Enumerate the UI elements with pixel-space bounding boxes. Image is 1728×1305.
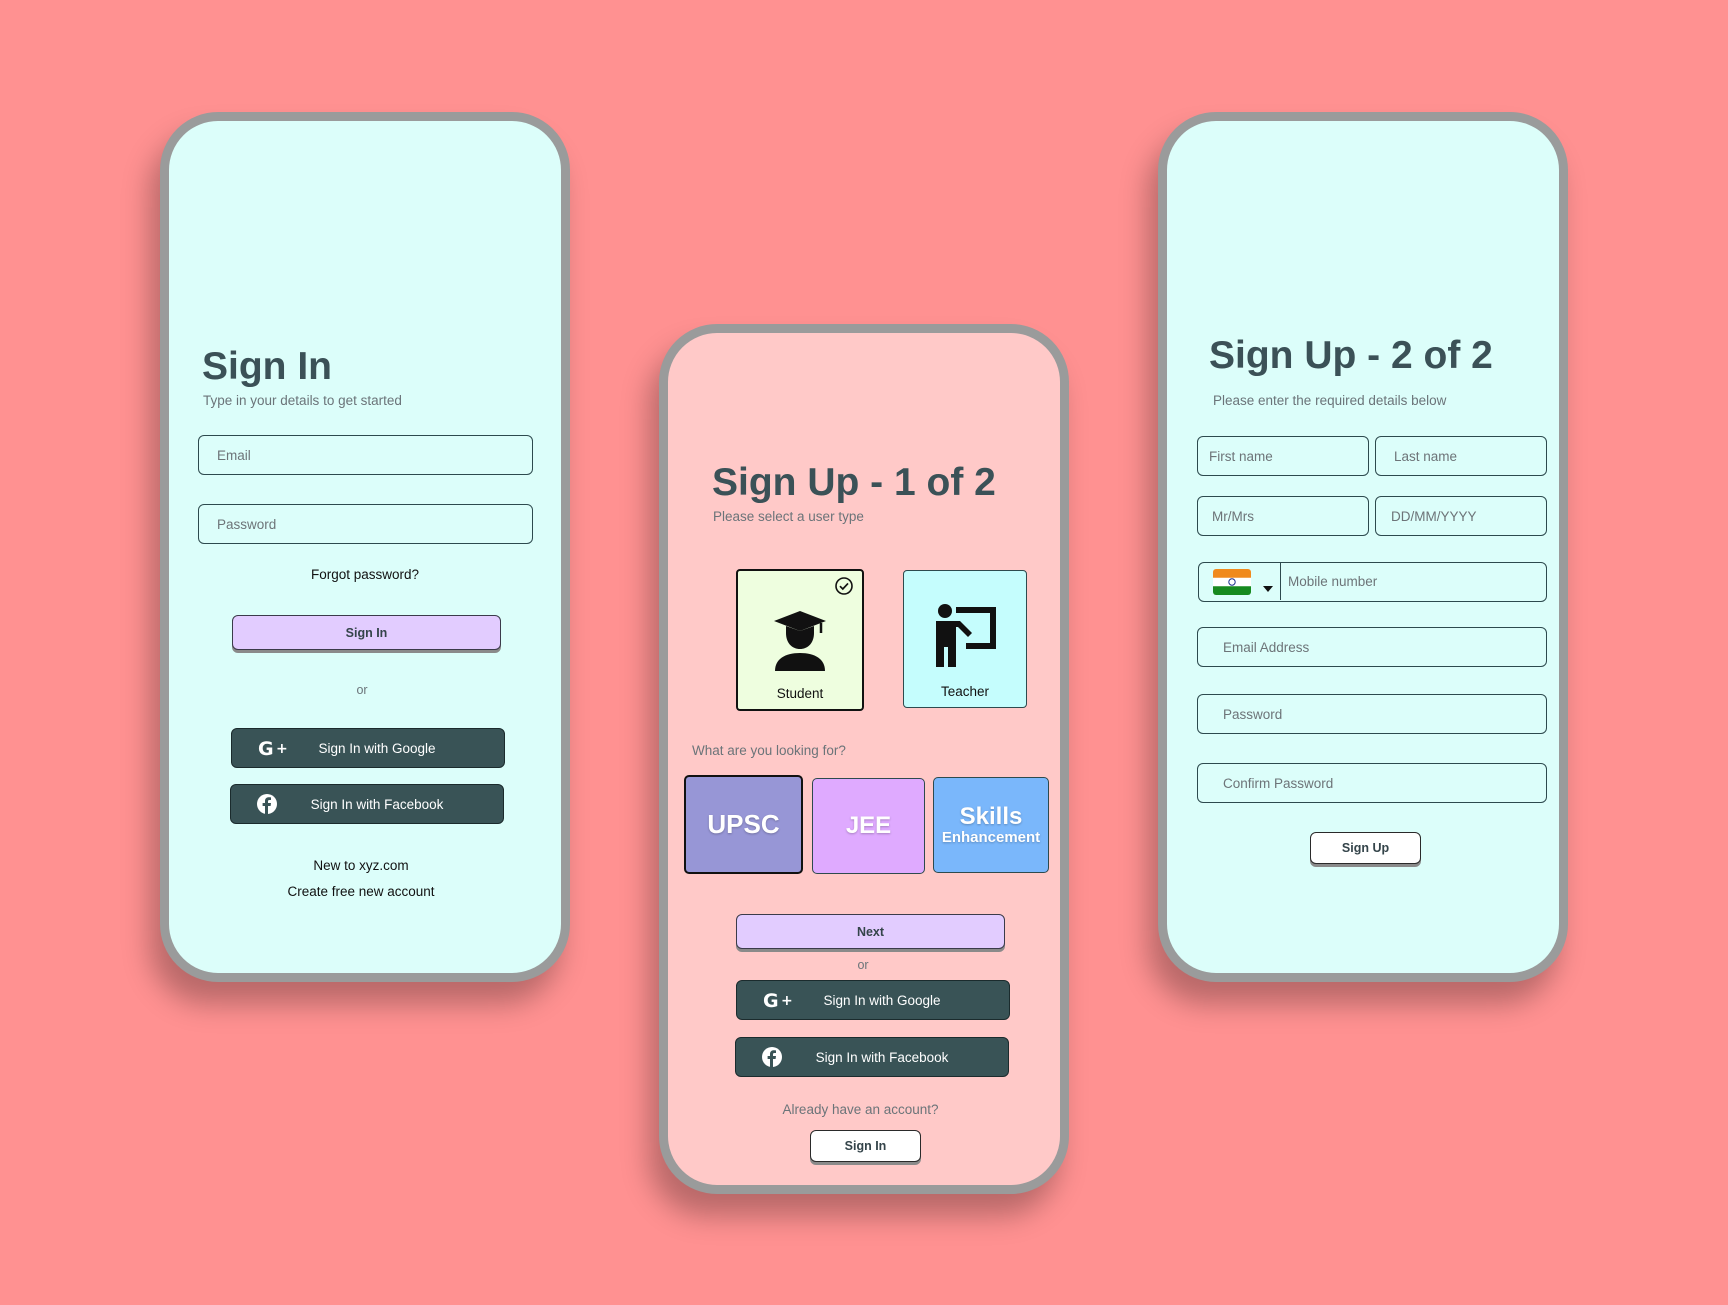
teacher-label: Teacher xyxy=(940,684,990,699)
last-name-field[interactable] xyxy=(1375,436,1547,476)
check-circle-icon xyxy=(834,576,854,601)
google-plus-icon: G + xyxy=(258,738,292,758)
mobile-number-field[interactable] xyxy=(1280,563,1545,600)
email-address-field[interactable] xyxy=(1197,627,1547,667)
facebook-icon xyxy=(762,1047,782,1067)
new-user-text: New to xyz.com xyxy=(313,858,409,873)
or-divider: or xyxy=(857,958,869,972)
signin-title: Sign In xyxy=(202,345,332,388)
user-type-teacher[interactable]: Teacher xyxy=(903,570,1027,708)
looking-for-question: What are you looking for? xyxy=(692,743,846,758)
email-field[interactable] xyxy=(198,435,533,475)
create-account-link[interactable]: Create free new account xyxy=(169,884,553,899)
svg-text:G: G xyxy=(258,738,274,758)
confirm-password-field[interactable] xyxy=(1197,763,1547,803)
graduate-icon xyxy=(771,609,829,676)
jee-label: JEE xyxy=(845,812,892,839)
teacher-board-icon xyxy=(932,603,998,674)
signup-button[interactable]: Sign Up xyxy=(1310,832,1421,864)
mobile-number-group xyxy=(1198,562,1547,602)
title-field[interactable] xyxy=(1197,496,1369,536)
password-field[interactable] xyxy=(198,504,533,544)
already-account-text: Already have an account? xyxy=(782,1102,939,1117)
google-signin-label: Sign In with Google xyxy=(823,992,941,1008)
signup1-phone: Sign Up - 1 of 2 Please select a user ty… xyxy=(659,324,1069,1194)
signup1-title: Sign Up - 1 of 2 xyxy=(712,461,996,504)
enhancement-label: Enhancement xyxy=(941,828,1041,846)
user-type-student[interactable]: Student xyxy=(736,569,864,711)
signin-button-label: Sign In xyxy=(844,1139,887,1153)
signup-button-label: Sign Up xyxy=(1341,841,1390,855)
google-signin-label: Sign In with Google xyxy=(318,740,436,756)
country-code-selector[interactable] xyxy=(1199,563,1281,600)
facebook-icon xyxy=(257,794,277,814)
chevron-down-icon xyxy=(1263,579,1273,597)
skills-label: Skills xyxy=(959,802,1023,830)
goal-upsc[interactable]: UPSC xyxy=(684,775,803,874)
signin-button-label: Sign In xyxy=(345,625,388,640)
facebook-signin-button[interactable]: Sign In with Facebook xyxy=(230,784,504,824)
facebook-signin-button[interactable]: Sign In with Facebook xyxy=(735,1037,1009,1077)
goal-skills-enhancement[interactable]: Skills Enhancement xyxy=(933,777,1049,873)
google-plus-icon: G + xyxy=(763,990,797,1010)
signin-button[interactable]: Sign In xyxy=(810,1130,921,1162)
signup2-subtitle: Please enter the required details below xyxy=(1213,393,1447,408)
signin-button[interactable]: Sign In xyxy=(232,615,501,650)
or-divider: or xyxy=(356,683,368,697)
svg-text:+: + xyxy=(276,741,288,757)
forgot-password-link[interactable]: Forgot password? xyxy=(169,567,561,582)
goal-jee[interactable]: JEE xyxy=(812,778,925,874)
next-button[interactable]: Next xyxy=(736,914,1005,949)
student-label: Student xyxy=(776,686,824,701)
signup1-subtitle: Please select a user type xyxy=(713,509,864,524)
upsc-label: UPSC xyxy=(707,809,780,839)
facebook-signin-label: Sign In with Facebook xyxy=(815,1049,949,1065)
date-of-birth-field[interactable] xyxy=(1375,496,1547,536)
facebook-signin-label: Sign In with Facebook xyxy=(310,796,444,812)
svg-text:G: G xyxy=(763,990,779,1010)
svg-text:+: + xyxy=(781,993,793,1009)
next-button-label: Next xyxy=(856,924,885,939)
password-field[interactable] xyxy=(1197,694,1547,734)
google-signin-button[interactable]: G + Sign In with Google xyxy=(736,980,1010,1020)
signup2-title: Sign Up - 2 of 2 xyxy=(1209,334,1493,377)
google-signin-button[interactable]: G + Sign In with Google xyxy=(231,728,505,768)
signup2-phone: Sign Up - 2 of 2 Please enter the requir… xyxy=(1158,112,1568,982)
signin-subtitle: Type in your details to get started xyxy=(203,393,402,408)
first-name-field[interactable] xyxy=(1197,436,1369,476)
signin-phone: Sign In Type in your details to get star… xyxy=(160,112,570,982)
india-flag-icon xyxy=(1213,569,1251,600)
